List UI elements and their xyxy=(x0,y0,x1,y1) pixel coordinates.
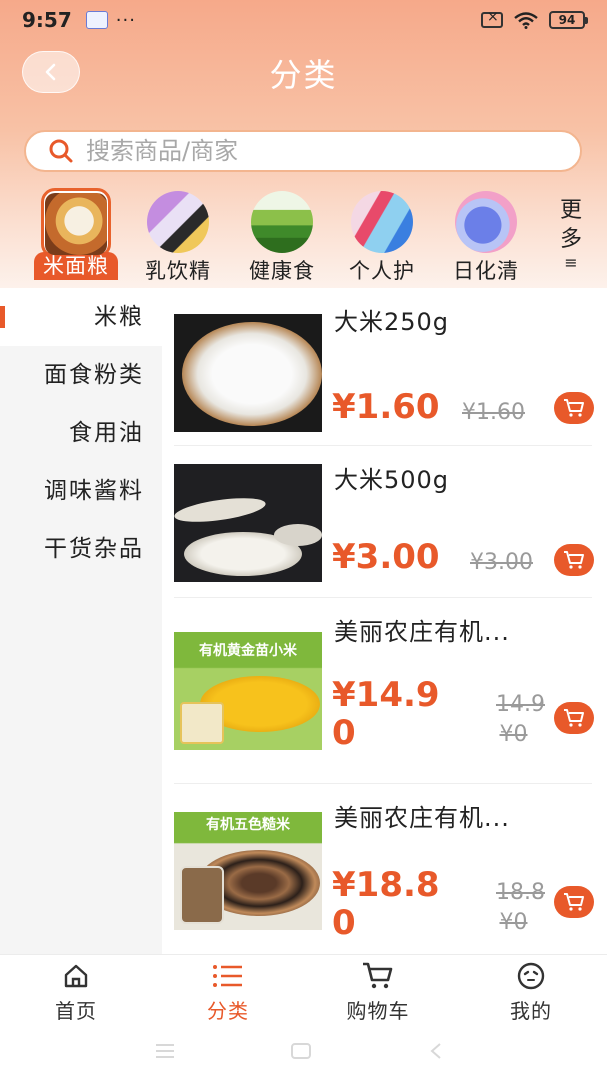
page-title: 分类 xyxy=(269,56,338,94)
add-to-cart-button[interactable] xyxy=(554,702,594,734)
product-card[interactable]: 有机黄金苗小米 美丽农庄有机... ¥14.9 0 14.9 ¥0 xyxy=(174,598,594,784)
category-strip: 米面粮 乳饮精 健康食 个人护 日化清 xyxy=(0,188,607,283)
sidebar-item-dry-goods[interactable]: 干货杂品 xyxy=(0,520,162,578)
subcategory-sidebar: 米粮 面食粉类 食用油 调味酱料 干货杂品 xyxy=(0,288,162,954)
status-bar: 9:57 ··· 94 xyxy=(0,0,607,40)
product-original-price: ¥3.00 xyxy=(470,550,533,575)
home-button[interactable] xyxy=(290,1042,312,1060)
home-icon xyxy=(64,964,88,988)
app-notification-icon xyxy=(85,11,108,29)
nav-item-cart[interactable]: 购物车 xyxy=(318,961,438,1024)
more-categories-button[interactable]: 更 多 ≡ xyxy=(548,196,594,272)
category-label: 个人护 xyxy=(349,259,415,283)
category-label: 健康食 xyxy=(249,259,315,283)
category-dairy-image xyxy=(147,191,209,253)
no-sim-icon xyxy=(481,9,503,28)
add-to-cart-button[interactable] xyxy=(554,544,594,576)
search-bar[interactable] xyxy=(24,130,582,172)
nav-item-profile[interactable]: 我的 xyxy=(471,961,591,1024)
product-card[interactable]: 有机五色糙米 美丽农庄有机... ¥18.8 0 18.8 ¥0 xyxy=(174,784,594,954)
product-image[interactable]: 有机黄金苗小米 xyxy=(174,632,322,750)
product-price: ¥3.00 xyxy=(332,537,440,577)
search-input[interactable] xyxy=(86,137,526,165)
nav-item-category[interactable]: 分类 xyxy=(168,961,288,1024)
category-personal-care[interactable]: 个人护 xyxy=(330,188,434,286)
category-health-image xyxy=(251,191,313,253)
product-image[interactable]: 有机五色糙米 xyxy=(174,812,322,930)
more-notifications-icon: ··· xyxy=(115,9,136,31)
wifi-icon xyxy=(514,12,538,29)
nav-label: 首页 xyxy=(55,999,97,1023)
cart-icon xyxy=(564,551,584,569)
product-image[interactable] xyxy=(174,314,322,432)
sidebar-item-rice[interactable]: 米粮 xyxy=(0,288,162,346)
system-navigation-bar xyxy=(0,1024,607,1080)
face-icon xyxy=(517,962,545,990)
product-name: 美丽农庄有机... xyxy=(334,804,510,832)
nav-label: 分类 xyxy=(207,999,249,1023)
nav-label: 购物车 xyxy=(346,999,410,1023)
category-rice-flour[interactable]: 米面粮 xyxy=(24,188,128,280)
menu-button[interactable] xyxy=(154,1042,176,1060)
product-original-price: 14.9 ¥0 xyxy=(496,692,545,747)
category-household-image xyxy=(455,191,517,253)
product-name: 大米500g xyxy=(334,466,450,494)
product-image[interactable] xyxy=(174,464,322,582)
product-price: ¥1.60 xyxy=(332,387,440,427)
sidebar-item-condiments[interactable]: 调味酱料 xyxy=(0,462,162,520)
product-image-caption: 有机五色糙米 xyxy=(206,817,290,833)
sidebar-item-cooking-oil[interactable]: 食用油 xyxy=(0,404,162,462)
product-original-price: ¥1.60 xyxy=(462,400,525,425)
cart-icon xyxy=(363,962,393,989)
category-dairy-drinks[interactable]: 乳饮精 xyxy=(126,188,230,286)
category-label: 乳饮精 xyxy=(145,259,211,283)
product-list: 大米250g ¥1.60 ¥1.60 大米500g ¥3.00 ¥3.00 有机… xyxy=(162,288,607,954)
product-card[interactable]: 大米500g ¥3.00 ¥3.00 xyxy=(174,446,594,598)
product-name: 美丽农庄有机... xyxy=(334,618,510,646)
add-to-cart-button[interactable] xyxy=(554,392,594,424)
sidebar-item-noodles-flour[interactable]: 面食粉类 xyxy=(0,346,162,404)
back-nav-button[interactable] xyxy=(428,1042,444,1060)
category-personal-care-image xyxy=(351,191,413,253)
status-time: 9:57 xyxy=(22,8,72,32)
category-label: 日化清 xyxy=(453,259,519,283)
bottom-navigation: 首页 分类 购物车 我的 xyxy=(0,954,607,1024)
category-rice-image xyxy=(45,193,107,255)
add-to-cart-button[interactable] xyxy=(554,886,594,918)
category-household-cleaning[interactable]: 日化清 xyxy=(434,188,538,286)
product-card[interactable]: 大米250g ¥1.60 ¥1.60 xyxy=(174,288,594,446)
category-label: 米面粮 xyxy=(34,252,118,280)
product-price: ¥14.9 0 xyxy=(332,675,440,753)
nav-label: 我的 xyxy=(510,999,552,1023)
product-image-caption: 有机黄金苗小米 xyxy=(199,643,297,659)
list-icon xyxy=(213,965,242,987)
product-name: 大米250g xyxy=(334,308,450,336)
product-original-price: 18.8 ¥0 xyxy=(496,880,545,935)
search-icon xyxy=(49,139,73,163)
nav-item-home[interactable]: 首页 xyxy=(16,961,136,1024)
battery-indicator: 94 xyxy=(549,11,588,29)
category-health-food[interactable]: 健康食 xyxy=(230,188,334,286)
cart-icon xyxy=(564,399,584,417)
menu-icon: ≡ xyxy=(564,253,578,272)
cart-icon xyxy=(564,709,584,727)
cart-icon xyxy=(564,893,584,911)
product-price: ¥18.8 0 xyxy=(332,865,440,943)
